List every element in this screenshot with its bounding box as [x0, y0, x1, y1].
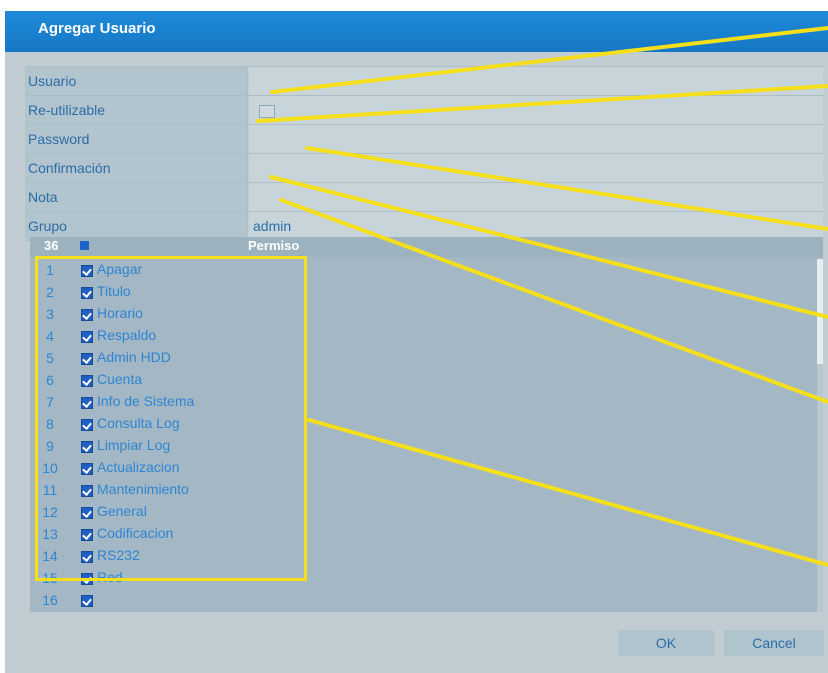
reutilizable-label: Re-utilizable: [25, 96, 248, 124]
permissions-highlight-box: [35, 256, 307, 581]
dialog-title: Agregar Usuario: [38, 20, 156, 37]
select-all-checkbox[interactable]: [80, 241, 89, 250]
user-form: Usuario Re-utilizable Password Confirmac…: [25, 66, 823, 247]
permissions-title: Permiso: [248, 238, 300, 253]
permissions-scrollbar[interactable]: [817, 259, 823, 612]
permissions-header: 36 Permiso: [30, 237, 823, 257]
confirmacion-input[interactable]: [249, 154, 823, 182]
usuario-input[interactable]: [249, 67, 823, 95]
reutilizable-field: [249, 96, 823, 124]
dialog-titlebar: Agregar Usuario: [5, 11, 828, 52]
permissions-count: 36: [44, 238, 59, 253]
confirmacion-label: Confirmación: [25, 154, 248, 182]
ok-button[interactable]: OK: [618, 630, 714, 656]
usuario-label: Usuario: [25, 67, 248, 95]
form-row-reutilizable: Re-utilizable: [25, 96, 823, 125]
grupo-select[interactable]: admin: [249, 212, 823, 240]
password-input[interactable]: [249, 125, 823, 153]
cancel-button[interactable]: Cancel: [724, 630, 824, 656]
permission-checkbox[interactable]: [81, 595, 93, 607]
form-row-confirmacion: Confirmación: [25, 154, 823, 183]
permission-number: 16: [42, 592, 58, 608]
form-row-password: Password: [25, 125, 823, 154]
nota-input[interactable]: [249, 183, 823, 211]
reutilizable-checkbox[interactable]: [259, 105, 275, 118]
scrollbar-thumb[interactable]: [817, 259, 823, 364]
nota-label: Nota: [25, 183, 248, 211]
form-row-nota: Nota: [25, 183, 823, 212]
permission-row[interactable]: 16: [30, 589, 823, 611]
password-label: Password: [25, 125, 248, 153]
form-row-usuario: Usuario: [25, 67, 823, 96]
grupo-label: Grupo: [25, 212, 248, 240]
